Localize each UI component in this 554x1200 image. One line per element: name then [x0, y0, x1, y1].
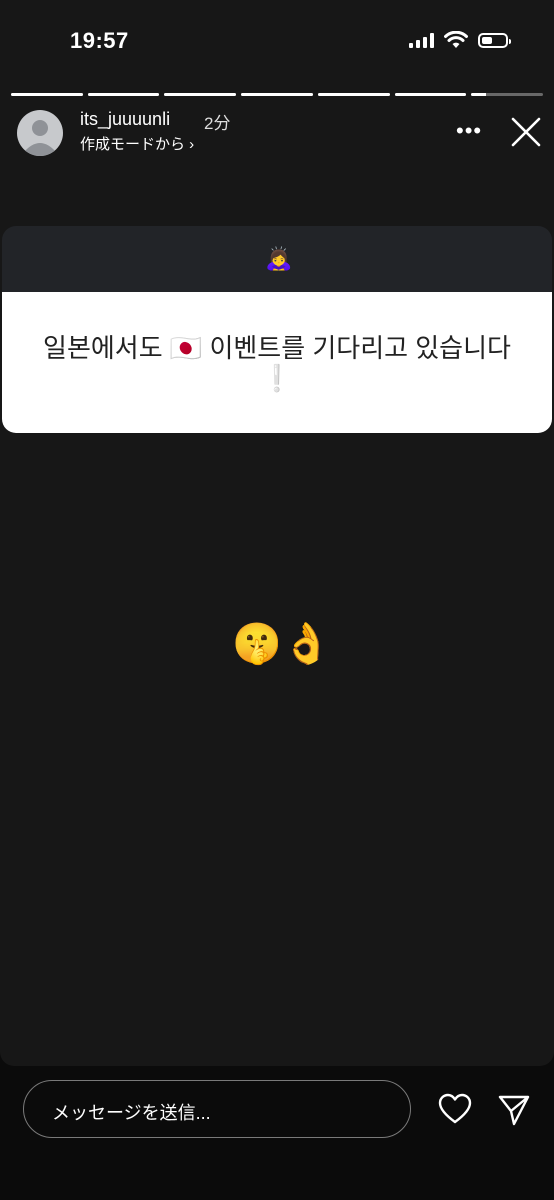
- progress-segment-fill: [317, 93, 390, 96]
- progress-segment: [317, 93, 390, 96]
- progress-segment-fill: [164, 93, 237, 96]
- question-sticker-header: 🙇‍♀️: [2, 226, 552, 292]
- progress-segment-fill: [87, 93, 160, 96]
- post-time: 2分: [204, 114, 231, 133]
- progress-segment: [11, 93, 83, 96]
- progress-segment: [164, 93, 237, 96]
- progress-segment-fill: [471, 93, 486, 96]
- progress-segment: [471, 93, 544, 96]
- story-progress-bar: [11, 93, 544, 96]
- question-sticker-body: 일본에서도 🇯🇵 이벤트를 기다리고 있습니다 ❕: [2, 292, 552, 433]
- heart-icon[interactable]: [438, 1093, 472, 1125]
- close-icon[interactable]: [508, 114, 544, 150]
- status-bar: 19:57: [0, 0, 554, 84]
- progress-segment-fill: [241, 93, 313, 96]
- more-horizontal-icon[interactable]: •••: [456, 118, 482, 144]
- question-sticker-text: 일본에서도 🇯🇵 이벤트를 기다리고 있습니다 ❕: [2, 292, 552, 392]
- story-header: its_juuuunli 2分 作成モードから › •••: [0, 106, 554, 156]
- wifi-icon: [444, 31, 468, 48]
- username[interactable]: its_juuuunli: [80, 109, 170, 130]
- question-sticker[interactable]: 🙇‍♀️ 일본에서도 🇯🇵 이벤트를 기다리고 있습니다 ❕: [2, 226, 552, 433]
- create-mode-link[interactable]: 作成モードから ›: [80, 133, 194, 154]
- message-placeholder: メッセージを送信...: [52, 1103, 211, 1123]
- message-input[interactable]: メッセージを送信...: [23, 1080, 411, 1138]
- avatar[interactable]: [17, 110, 63, 156]
- progress-segment-fill: [11, 93, 83, 96]
- progress-segment-fill: [394, 93, 467, 96]
- progress-segment: [241, 93, 313, 96]
- story-background: [0, 0, 554, 1066]
- status-time: 19:57: [70, 28, 129, 53]
- send-icon[interactable]: [497, 1093, 531, 1127]
- story-emoji: 🤫👌: [232, 622, 332, 666]
- cellular-signal-icon: [409, 32, 434, 48]
- progress-segment: [394, 93, 467, 96]
- exclamation-mark: ❕: [260, 363, 294, 393]
- battery-icon: [478, 32, 511, 48]
- battery-fill: [482, 36, 492, 44]
- progress-segment: [87, 93, 160, 96]
- sticker-emoji: 🙇‍♀️: [265, 246, 293, 271]
- status-icons: [409, 31, 511, 49]
- sticker-message: 일본에서도 🇯🇵 이벤트를 기다리고 있습니다: [43, 333, 511, 363]
